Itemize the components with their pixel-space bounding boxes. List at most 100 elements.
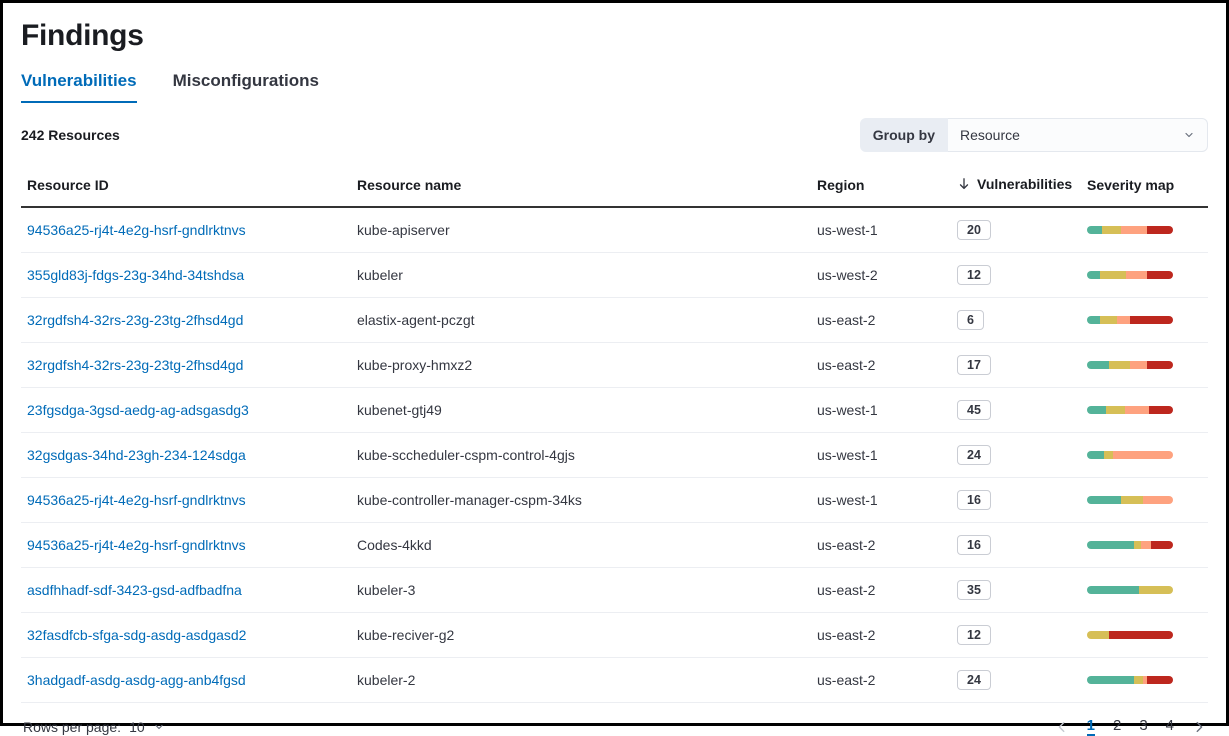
severity-segment-critical (1109, 631, 1174, 639)
col-header-severity-map[interactable]: Severity map (1081, 162, 1208, 207)
resource-name-cell: kube-sccheduler-cspm-control-4gjs (351, 433, 811, 478)
page-number-2[interactable]: 2 (1113, 717, 1121, 736)
vulnerability-count-badge: 17 (957, 355, 991, 375)
severity-map-bar (1087, 676, 1173, 684)
severity-segment-high (1143, 496, 1173, 504)
table-row: 3hadgadf-asdg-asdg-agg-anb4fgsd kubeler-2… (21, 658, 1208, 703)
severity-segment-high (1113, 451, 1173, 459)
severity-segment-high (1141, 541, 1151, 549)
severity-segment-medium (1104, 451, 1113, 459)
vulnerability-count-badge: 12 (957, 265, 991, 285)
resource-id-link[interactable]: 94536a25-rj4t-4e2g-hsrf-gndlrktnvs (27, 492, 246, 508)
table-row: 32fasdfcb-sfga-sdg-asdg-asdgasd2kube-rec… (21, 613, 1208, 658)
severity-segment-low (1087, 676, 1134, 684)
severity-segment-medium (1109, 361, 1131, 369)
region-cell: us-east-2 (811, 568, 951, 613)
severity-map-bar (1087, 496, 1173, 504)
resource-id-link[interactable]: 23fgsdga-3gsd-aedg-ag-adsgasdg3 (27, 402, 249, 418)
table-row: 94536a25-rj4t-4e2g-hsrf-gndlrktnvskube-a… (21, 207, 1208, 253)
col-header-vulnerabilities[interactable]: Vulnerabilities (951, 162, 1081, 207)
pagination: 1234 (1055, 717, 1206, 736)
resource-name-cell: kubenet-gtj49 (351, 388, 811, 433)
chevron-down-icon (153, 721, 165, 733)
severity-segment-high (1126, 271, 1148, 279)
col-header-resource-id[interactable]: Resource ID (21, 162, 351, 207)
resource-name-cell: kubeler (351, 253, 811, 298)
table-row: 32rgdfsh4-32rs-23g-23tg-2fhsd4gdelastix-… (21, 298, 1208, 343)
tab-misconfigurations[interactable]: Misconfigurations (173, 67, 319, 103)
chevron-right-icon (1192, 720, 1206, 734)
severity-map-bar (1087, 451, 1173, 459)
page-number-3[interactable]: 3 (1139, 717, 1147, 736)
page-next[interactable] (1192, 720, 1206, 734)
severity-segment-medium (1102, 226, 1121, 234)
resource-id-link[interactable]: 355gld83j-fdgs-23g-34hd-34tshdsa (27, 267, 244, 283)
resource-name-cell: kubeler-3 (351, 568, 811, 613)
severity-segment-low (1087, 226, 1102, 234)
page-number-4[interactable]: 4 (1166, 717, 1174, 736)
table-row: 32gsdgas-34hd-23gh-234-124sdga kube-scche… (21, 433, 1208, 478)
region-cell: us-west-1 (811, 388, 951, 433)
vulnerability-count-badge: 20 (957, 220, 991, 240)
vulnerability-count-badge: 16 (957, 535, 991, 555)
severity-map-bar (1087, 271, 1173, 279)
group-by-control: Group by Resource (860, 118, 1208, 152)
region-cell: us-east-2 (811, 613, 951, 658)
severity-map-bar (1087, 316, 1173, 324)
resource-name-cell: kubeler-2 (351, 658, 811, 703)
severity-segment-high (1121, 226, 1147, 234)
resource-id-link[interactable]: 32rgdfsh4-32rs-23g-23tg-2fhsd4gd (27, 312, 243, 328)
resource-id-link[interactable]: 32gsdgas-34hd-23gh-234-124sdga (27, 447, 246, 463)
severity-segment-medium (1100, 271, 1126, 279)
group-by-value: Resource (960, 127, 1020, 143)
group-by-label: Group by (860, 118, 948, 152)
page-number-1[interactable]: 1 (1087, 717, 1095, 736)
severity-segment-medium (1087, 631, 1109, 639)
resource-name-cell: Codes-4kkd (351, 523, 811, 568)
rows-per-page-label: Rows per page: (23, 719, 121, 735)
vulnerability-count-badge: 12 (957, 625, 991, 645)
table-header-row: Resource ID Resource name Region Vulnera… (21, 162, 1208, 207)
col-header-resource-name[interactable]: Resource name (351, 162, 811, 207)
severity-map-bar (1087, 586, 1173, 594)
severity-segment-medium (1100, 316, 1117, 324)
severity-segment-medium (1139, 586, 1173, 594)
resource-name-cell: kube-proxy-hmxz2 (351, 343, 811, 388)
group-by-select[interactable]: Resource (948, 118, 1208, 152)
rows-per-page-select[interactable]: Rows per page: 10 (23, 719, 165, 735)
region-cell: us-east-2 (811, 658, 951, 703)
severity-segment-low (1087, 496, 1121, 504)
severity-map-bar (1087, 226, 1173, 234)
vulnerability-count-badge: 6 (957, 310, 984, 330)
severity-segment-high (1117, 316, 1130, 324)
chevron-left-icon (1055, 720, 1069, 734)
region-cell: us-east-2 (811, 523, 951, 568)
region-cell: us-west-1 (811, 433, 951, 478)
resource-id-link[interactable]: 3hadgadf-asdg-asdg-agg-anb4fgsd (27, 672, 246, 688)
resource-id-link[interactable]: 32rgdfsh4-32rs-23g-23tg-2fhsd4gd (27, 357, 243, 373)
tab-vulnerabilities[interactable]: Vulnerabilities (21, 67, 137, 103)
page-prev[interactable] (1055, 720, 1069, 734)
col-header-region[interactable]: Region (811, 162, 951, 207)
table-row: 355gld83j-fdgs-23g-34hd-34tshdsakubeleru… (21, 253, 1208, 298)
severity-segment-low (1087, 361, 1109, 369)
severity-segment-critical (1149, 406, 1173, 414)
resource-id-link[interactable]: asdfhhadf-sdf-3423-gsd-adfbadfna (27, 582, 242, 598)
severity-segment-low (1087, 451, 1104, 459)
severity-segment-low (1087, 586, 1139, 594)
resource-id-link[interactable]: 32fasdfcb-sfga-sdg-asdg-asdgasd2 (27, 627, 246, 643)
sort-desc-icon (957, 177, 971, 191)
region-cell: us-east-2 (811, 343, 951, 388)
region-cell: us-west-1 (811, 207, 951, 253)
severity-segment-medium (1106, 406, 1125, 414)
toolbar: 242 Resources Group by Resource (21, 118, 1208, 152)
resource-id-link[interactable]: 94536a25-rj4t-4e2g-hsrf-gndlrktnvs (27, 222, 246, 238)
resource-id-link[interactable]: 94536a25-rj4t-4e2g-hsrf-gndlrktnvs (27, 537, 246, 553)
severity-segment-critical (1147, 271, 1173, 279)
col-header-vulnerabilities-label: Vulnerabilities (977, 176, 1072, 192)
severity-map-bar (1087, 541, 1173, 549)
page-title: Findings (21, 19, 1208, 53)
vulnerability-count-badge: 24 (957, 670, 991, 690)
region-cell: us-east-2 (811, 298, 951, 343)
table-row: 23fgsdga-3gsd-aedg-ag-adsgasdg3 kubenet-g… (21, 388, 1208, 433)
